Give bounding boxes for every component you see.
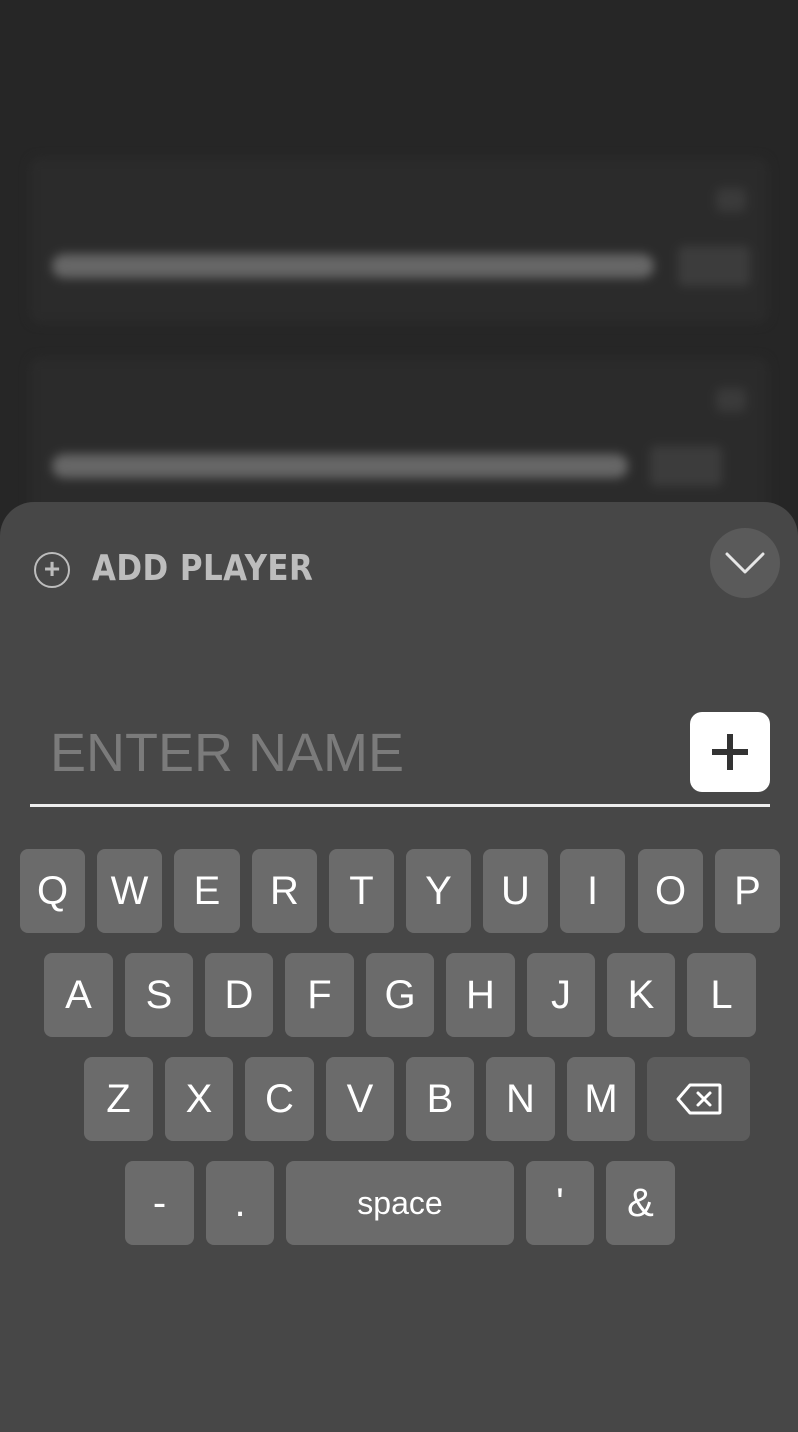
add-player-sheet: + ADD PLAYER Q W E R T Y U I O P A S D F… — [0, 502, 798, 1432]
key-g[interactable]: G — [366, 953, 434, 1037]
key-m[interactable]: M — [567, 1057, 635, 1141]
key-u[interactable]: U — [483, 849, 548, 933]
blurred-player-card — [30, 358, 768, 523]
key-apostrophe[interactable]: ' — [526, 1161, 594, 1245]
blurred-score — [650, 446, 722, 486]
key-p[interactable]: P — [715, 849, 780, 933]
key-w[interactable]: W — [97, 849, 162, 933]
key-q[interactable]: Q — [20, 849, 85, 933]
key-c[interactable]: C — [245, 1057, 314, 1141]
key-j[interactable]: J — [527, 953, 595, 1037]
key-e[interactable]: E — [174, 849, 240, 933]
backspace-icon — [676, 1083, 722, 1115]
blurred-menu-icon — [716, 188, 746, 212]
key-b[interactable]: B — [406, 1057, 474, 1141]
input-underline — [30, 804, 770, 807]
key-t[interactable]: T — [329, 849, 394, 933]
add-circle-icon: + — [34, 552, 70, 588]
key-x[interactable]: X — [165, 1057, 233, 1141]
key-period[interactable]: . — [206, 1161, 274, 1245]
add-player-submit-button[interactable] — [690, 712, 770, 792]
key-z[interactable]: Z — [84, 1057, 153, 1141]
chevron-down-icon — [725, 552, 765, 574]
key-f[interactable]: F — [285, 953, 354, 1037]
key-y[interactable]: Y — [406, 849, 471, 933]
key-k[interactable]: K — [607, 953, 675, 1037]
space-key[interactable]: space — [286, 1161, 514, 1245]
backspace-key[interactable] — [647, 1057, 750, 1141]
key-s[interactable]: S — [125, 953, 193, 1037]
key-h[interactable]: H — [446, 953, 515, 1037]
collapse-button[interactable] — [710, 528, 780, 598]
blurred-menu-icon — [716, 388, 746, 412]
blurred-player-list — [0, 0, 798, 523]
key-v[interactable]: V — [326, 1057, 394, 1141]
key-i[interactable]: I — [560, 849, 625, 933]
blurred-score — [678, 246, 750, 286]
blurred-player-card — [30, 158, 768, 323]
blurred-progress-bar — [52, 454, 628, 478]
blurred-progress-bar — [52, 254, 654, 278]
key-o[interactable]: O — [638, 849, 703, 933]
key-d[interactable]: D — [205, 953, 273, 1037]
sheet-title: ADD PLAYER — [92, 548, 314, 589]
key-ampersand[interactable]: & — [606, 1161, 675, 1245]
key-a[interactable]: A — [44, 953, 113, 1037]
key-n[interactable]: N — [486, 1057, 555, 1141]
key-r[interactable]: R — [252, 849, 317, 933]
key-hyphen[interactable]: - — [125, 1161, 194, 1245]
key-l[interactable]: L — [687, 953, 756, 1037]
player-name-input[interactable] — [30, 710, 680, 796]
